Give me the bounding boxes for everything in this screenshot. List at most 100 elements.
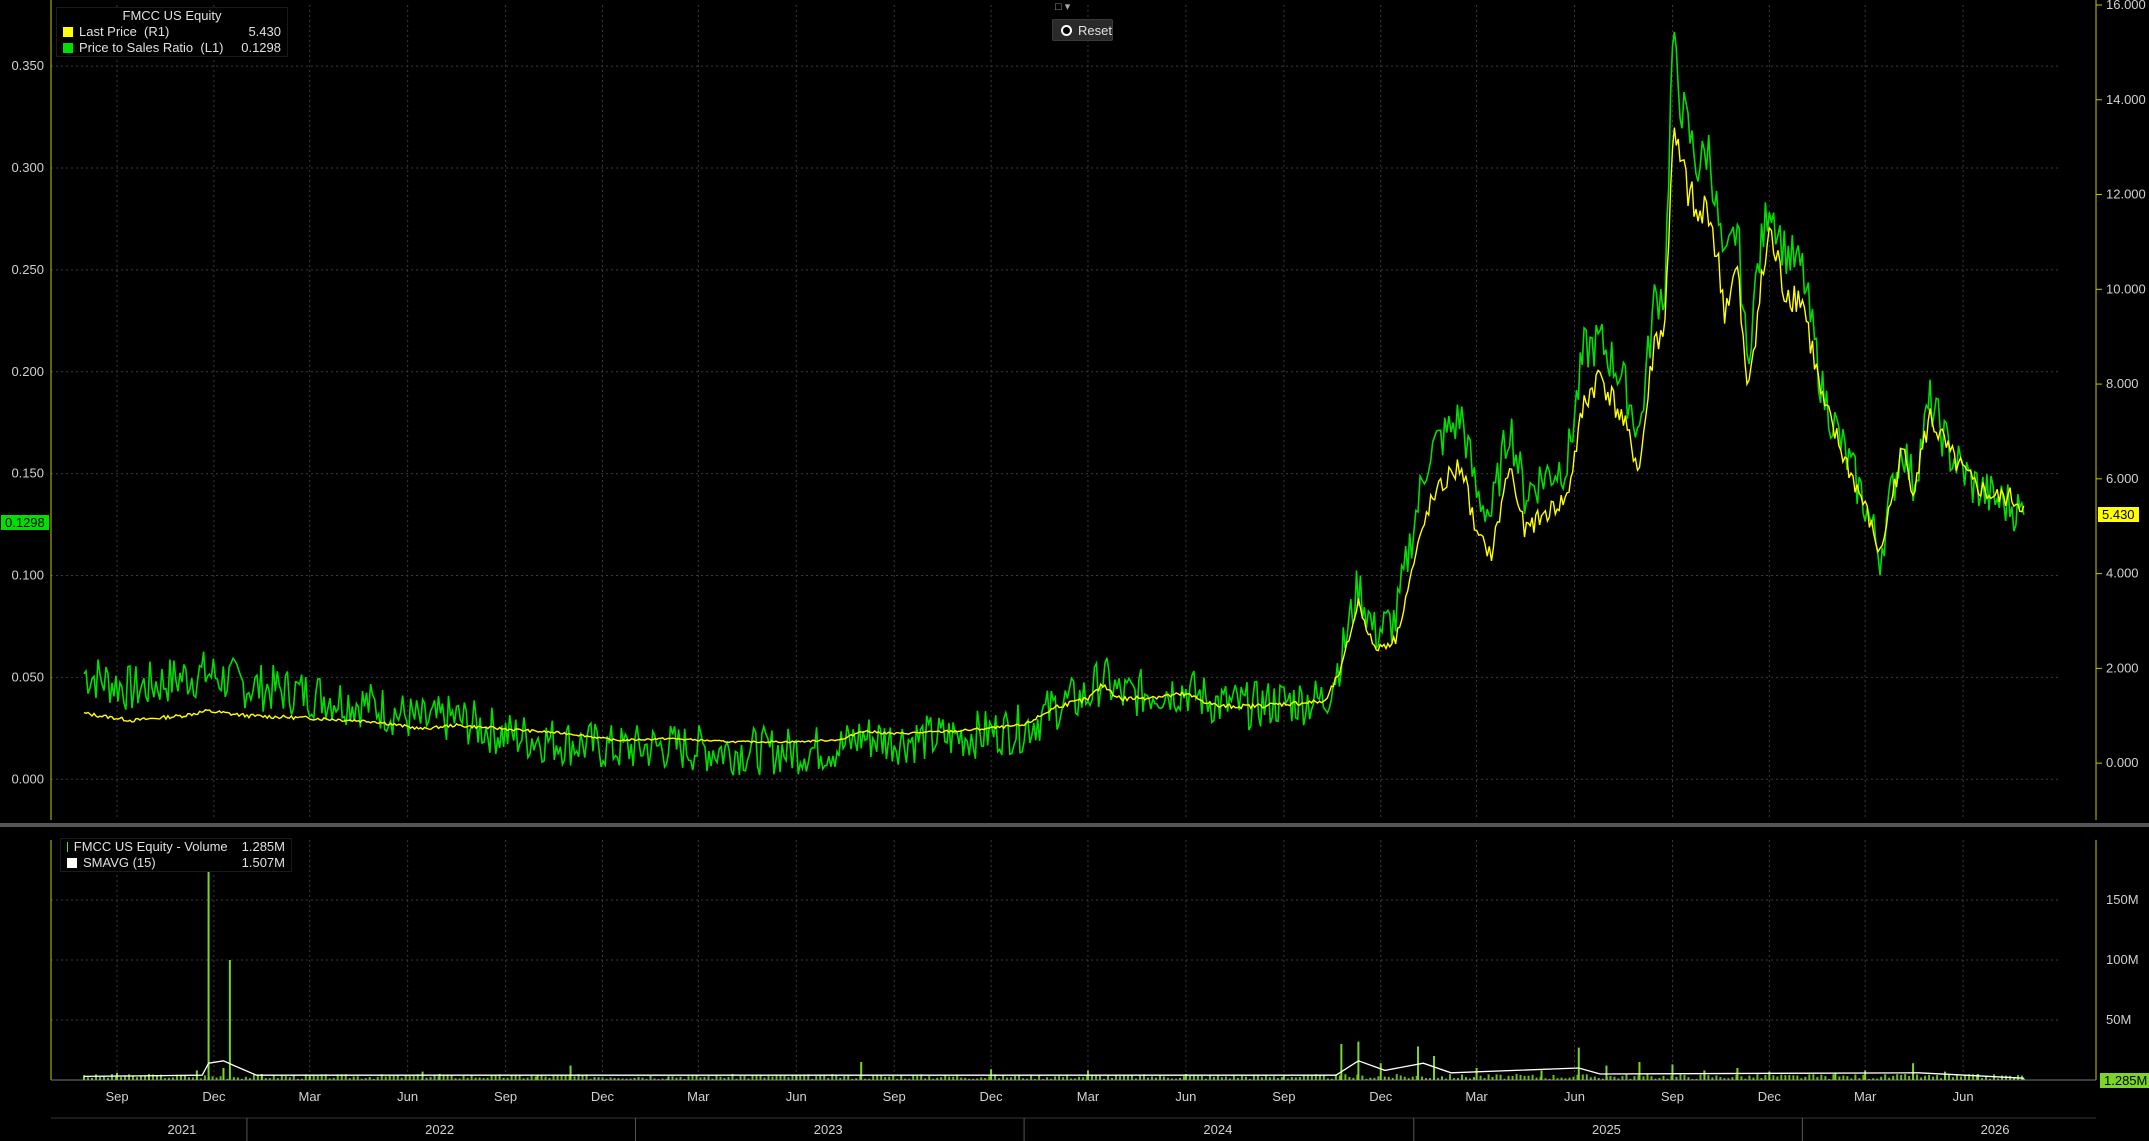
volume-bar (1654, 1078, 1657, 1080)
volume-bar (605, 1078, 608, 1080)
volume-bar (1564, 1078, 1567, 1080)
volume-bar (1780, 1074, 1783, 1080)
volume-bar (1952, 1077, 1955, 1080)
volume-bar (1472, 1076, 1475, 1080)
volume-bar (1944, 1071, 1947, 1080)
legend-value: 5.430 (248, 24, 281, 39)
price-legend: FMCC US Equity Last Price (R1) 5.430 Pri… (56, 7, 288, 57)
volume-bar (1784, 1075, 1787, 1080)
volume-bar (412, 1075, 415, 1080)
volume-bar (128, 1074, 131, 1080)
right-axis-tick-label: 12.000 (2106, 187, 2146, 202)
right-axis-tick-label: 16.000 (2106, 0, 2146, 12)
volume-bar (1460, 1074, 1463, 1080)
volume-bar (1932, 1076, 1935, 1080)
volume-bar (928, 1076, 931, 1080)
legend-item-last-price[interactable]: Last Price (R1) 5.430 (57, 24, 287, 40)
volume-bar (360, 1078, 363, 1080)
volume-bar (699, 1077, 702, 1080)
volume-bar (240, 1078, 243, 1080)
volume-bar (482, 1078, 485, 1080)
x-axis-month-label: Mar (1077, 1089, 1100, 1104)
volume-bar (1850, 1078, 1853, 1080)
volume-bar (988, 1076, 991, 1080)
volume-bar (1082, 1077, 1085, 1080)
volume-bar (1924, 1075, 1927, 1080)
legend-swatch-yellow (63, 27, 73, 37)
volume-bar (679, 1076, 682, 1080)
volume-bar (1876, 1078, 1879, 1080)
volume-bar (880, 1075, 883, 1080)
legend-item-smavg[interactable]: SMAVG (15) 1.507M (61, 855, 291, 871)
volume-bar (1820, 1074, 1823, 1080)
chart-tool-icon[interactable]: □ ▾ (1055, 0, 1079, 14)
x-axis-month-label: Mar (299, 1089, 322, 1104)
volume-bar (1050, 1078, 1053, 1080)
volume-bar (727, 1076, 730, 1080)
volume-bar (1691, 1078, 1694, 1080)
volume-bar (556, 1075, 559, 1080)
volume-bar (597, 1077, 600, 1080)
volume-bar (1880, 1076, 1883, 1080)
volume-bar (795, 1075, 798, 1080)
volume-bar (1407, 1078, 1410, 1080)
volume-bar (1264, 1075, 1267, 1080)
volume-bar (1432, 1056, 1435, 1080)
volume-bar (787, 1077, 790, 1080)
volume-bar (864, 1078, 867, 1080)
volume-bar (268, 1078, 271, 1080)
volume-bar (1744, 1078, 1747, 1080)
volume-bar (1572, 1076, 1575, 1080)
volume-bar (1216, 1075, 1219, 1080)
volume-bar (1731, 1077, 1734, 1080)
volume-bar (1981, 1078, 1984, 1080)
volume-bar (1448, 1074, 1451, 1080)
volume-bar (364, 1078, 367, 1080)
volume-bar (1760, 1078, 1763, 1080)
volume-bar (1098, 1075, 1101, 1080)
volume-bar (1940, 1078, 1943, 1080)
x-axis-month-label: Mar (1465, 1089, 1488, 1104)
volume-bar (1904, 1074, 1907, 1080)
volume-bar (1605, 1065, 1608, 1080)
volume-bar (1792, 1075, 1795, 1080)
volume-bar (1090, 1075, 1093, 1080)
volume-bar (1260, 1077, 1263, 1080)
volume-bar (1444, 1078, 1447, 1080)
volume-bar (400, 1077, 403, 1080)
volume-bar (1236, 1077, 1239, 1080)
x-axis-month-label: Jun (1953, 1089, 1974, 1104)
volume-bar (1178, 1077, 1181, 1080)
volume-bar (815, 1076, 818, 1080)
volume-bar (743, 1076, 746, 1080)
volume-bar (1440, 1076, 1443, 1080)
volume-bar (1102, 1078, 1105, 1080)
volume-bar (1110, 1077, 1113, 1080)
volume-bar (675, 1077, 678, 1080)
volume-bar (573, 1076, 576, 1080)
volume-bars (83, 858, 2025, 1080)
volume-bar (1326, 1078, 1329, 1080)
volume-bar (1348, 1076, 1351, 1080)
volume-bar (1997, 1078, 2000, 1080)
legend-item-volume[interactable]: FMCC US Equity - Volume 1.285M (61, 839, 291, 855)
volume-bar (368, 1076, 371, 1080)
legend-value: 0.1298 (241, 40, 281, 55)
volume-bar (462, 1075, 465, 1080)
volume-bar (171, 1077, 174, 1080)
volume-bar (1391, 1077, 1394, 1080)
volume-bar (1200, 1075, 1203, 1080)
volume-bar (924, 1078, 927, 1080)
volume-bar (811, 1078, 814, 1080)
volume-bar (940, 1077, 943, 1080)
volume-bar (775, 1075, 778, 1080)
volume-bar (653, 1078, 656, 1080)
left-axis-tick-label: 0.250 (11, 262, 44, 277)
legend-item-ps-ratio[interactable]: Price to Sales Ratio (L1) 0.1298 (57, 40, 287, 56)
volume-bar (1134, 1078, 1137, 1080)
volume-bar (1383, 1076, 1386, 1080)
reset-button[interactable]: Reset (1052, 19, 1113, 41)
volume-bar (609, 1077, 612, 1080)
left-axis-tick-label: 0.300 (11, 160, 44, 175)
volume-bar (111, 1074, 114, 1080)
